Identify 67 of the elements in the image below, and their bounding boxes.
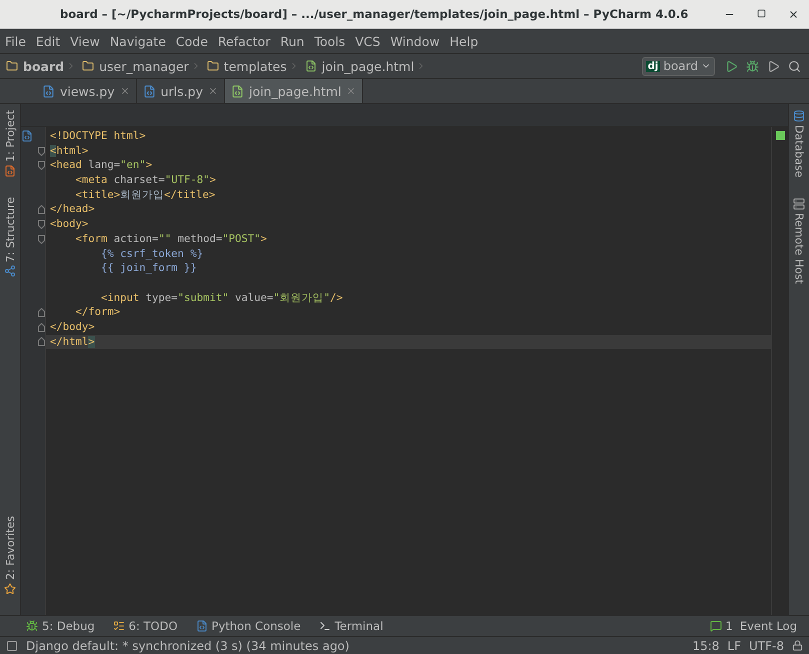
folder-icon [6, 60, 18, 72]
bug-icon[interactable] [746, 60, 759, 72]
fold-close-icon[interactable] [38, 322, 45, 332]
run-icon[interactable] [725, 60, 738, 72]
folder-icon [206, 60, 219, 72]
run-config-label: board [663, 59, 698, 73]
fold-close-icon[interactable] [38, 337, 45, 346]
menu-item[interactable]: Help [444, 34, 484, 48]
menu-item[interactable]: VCS [350, 34, 386, 48]
event-log-button[interactable]: 1 Event Log [710, 619, 797, 633]
menu-item[interactable]: Code [170, 34, 213, 48]
close-icon[interactable] [788, 8, 799, 20]
breadcrumb[interactable]: join_page.html [322, 58, 414, 74]
run-config-dropdown[interactable]: dj board [642, 56, 715, 76]
server-icon [793, 198, 805, 210]
editor-tab[interactable]: join_page.html [224, 79, 364, 103]
menu-item[interactable]: File [0, 34, 31, 48]
tool-window-button[interactable]: 6: TODO [112, 619, 178, 633]
menu-item[interactable]: Window [385, 34, 445, 48]
folder-icon [82, 60, 94, 72]
encoding[interactable]: UTF-8 [749, 638, 784, 652]
search-icon[interactable] [788, 60, 801, 72]
fold-open-icon[interactable] [38, 220, 45, 229]
html-file-icon [230, 84, 244, 98]
python-file-icon [21, 130, 33, 142]
tool-window-button[interactable]: Terminal [318, 619, 384, 633]
breadcrumb[interactable]: board [23, 58, 64, 74]
star-icon [4, 583, 16, 595]
menu-item[interactable]: View [65, 34, 105, 48]
tool-window-button[interactable]: 7: Structure [4, 196, 16, 262]
maximize-icon[interactable] [757, 8, 766, 18]
database-icon [793, 110, 805, 122]
tool-window-button[interactable]: Database [792, 125, 806, 178]
menu-item[interactable]: Refactor [212, 34, 276, 48]
menu-item[interactable]: Navigate [104, 34, 171, 48]
tool-window-button[interactable]: Remote Host [792, 212, 806, 284]
breadcrumb[interactable]: user_manager [99, 58, 189, 74]
lock-icon[interactable] [792, 640, 803, 651]
menu-item[interactable]: Tools [309, 34, 350, 48]
file-icon [304, 60, 317, 72]
panel-toggle-icon[interactable] [6, 640, 18, 652]
menu-item[interactable]: Edit [30, 34, 66, 48]
tool-window-button[interactable]: 1: Project [4, 110, 16, 162]
editor-tab[interactable]: urls.py [136, 79, 225, 103]
structure-icon [4, 265, 16, 278]
menu-item[interactable]: Run [275, 34, 310, 48]
fold-open-icon[interactable] [38, 146, 45, 156]
status-message: Django default: * synchronized (3 s) (34 minutes ago) [26, 638, 350, 652]
tool-window-button[interactable]: 5: Debug [26, 619, 95, 633]
django-badge: dj [646, 60, 660, 72]
python-file-icon [142, 84, 156, 98]
caret-position[interactable]: 15:8 [692, 638, 720, 652]
tool-window-button[interactable]: Python Console [196, 619, 301, 633]
python-file-icon [42, 84, 55, 98]
window-title: board – [~/PycharmProjects/board] – .../user_manager/templates/join_page.html – PyCharm 4.0.6 [60, 7, 688, 21]
bug-icon [26, 620, 38, 632]
message-icon [710, 620, 722, 632]
status-indicator-icon [776, 131, 784, 140]
breadcrumb[interactable]: templates [224, 58, 287, 74]
list-icon [112, 620, 125, 632]
line-ending[interactable]: LF [727, 638, 742, 652]
fold-open-icon[interactable] [38, 161, 45, 170]
fold-open-icon[interactable] [38, 234, 45, 244]
terminal-icon [318, 620, 331, 632]
tool-window-button[interactable]: 2: Favorites [4, 516, 16, 580]
fold-close-icon[interactable] [38, 308, 45, 318]
fold-close-icon[interactable] [38, 205, 45, 214]
